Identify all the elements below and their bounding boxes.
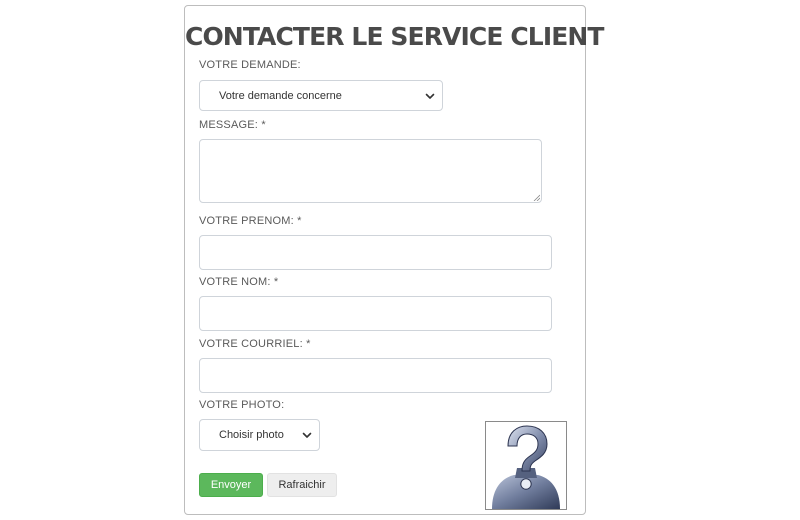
- unknown-person-question-icon: [492, 425, 560, 509]
- lastname-label: VOTRE NOM: *: [199, 276, 279, 288]
- chevron-down-icon: [425, 93, 435, 99]
- request-select-value: Votre demande concerne: [219, 89, 342, 102]
- email-label: VOTRE COURRIEL: *: [199, 338, 311, 350]
- photo-select-value: Choisir photo: [219, 429, 284, 441]
- message-textarea[interactable]: [199, 139, 542, 203]
- send-button[interactable]: Envoyer: [199, 473, 263, 497]
- photo-preview: [485, 421, 567, 510]
- lastname-input[interactable]: [199, 296, 552, 331]
- firstname-label: VOTRE PRENOM: *: [199, 215, 302, 227]
- photo-select[interactable]: Choisir photo: [199, 419, 320, 451]
- form-title: CONTACTER LE SERVICE CLIENT: [185, 22, 604, 51]
- email-input[interactable]: [199, 358, 552, 393]
- request-label: VOTRE DEMANDE:: [199, 59, 301, 71]
- firstname-input[interactable]: [199, 235, 552, 270]
- refresh-button[interactable]: Rafraichir: [267, 473, 337, 497]
- message-label: MESSAGE: *: [199, 119, 266, 131]
- contact-form-card: CONTACTER LE SERVICE CLIENT VOTRE DEMAND…: [184, 5, 604, 515]
- resize-handle-icon[interactable]: [533, 194, 540, 201]
- chevron-down-icon: [302, 432, 312, 438]
- request-select[interactable]: Votre demande concerne: [199, 80, 443, 111]
- photo-label: VOTRE PHOTO:: [199, 399, 285, 411]
